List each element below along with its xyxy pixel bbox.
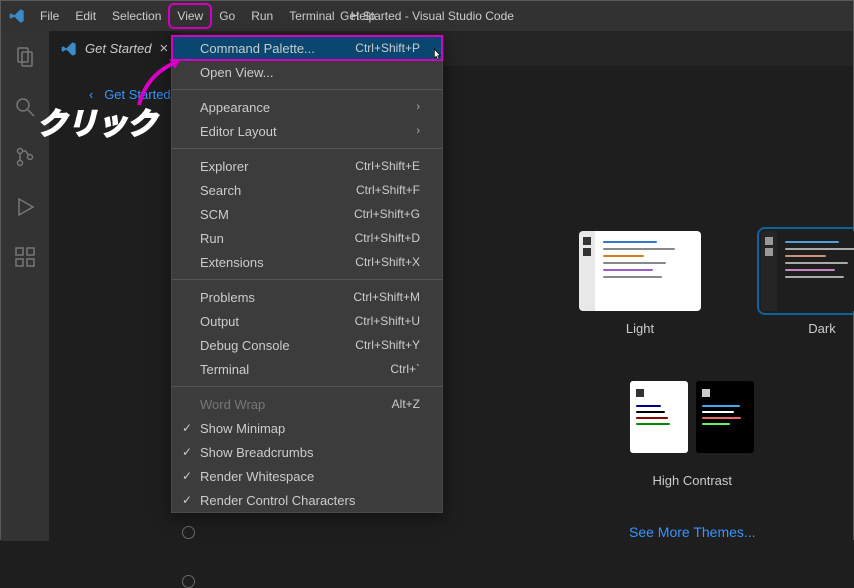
vscode-tab-icon bbox=[61, 41, 77, 57]
menu-item-explorer[interactable]: ExplorerCtrl+Shift+E bbox=[172, 154, 442, 178]
tab-get-started[interactable]: Get Started × bbox=[49, 31, 180, 66]
check-icon: ✓ bbox=[182, 445, 192, 459]
menu-item-editor-layout[interactable]: Editor Layout› bbox=[172, 119, 442, 143]
menu-item-run[interactable]: RunCtrl+Shift+D bbox=[172, 226, 442, 250]
menu-item-appearance[interactable]: Appearance› bbox=[172, 95, 442, 119]
theme-preview-light bbox=[579, 231, 701, 311]
vscode-logo-icon bbox=[1, 8, 33, 24]
menubar: FileEditSelectionViewGoRunTerminalHelp bbox=[33, 5, 382, 27]
menu-item-render-whitespace[interactable]: ✓Render Whitespace bbox=[172, 464, 442, 488]
chevron-right-icon: › bbox=[416, 125, 420, 137]
chevron-right-icon: › bbox=[416, 101, 420, 113]
menu-item-search[interactable]: SearchCtrl+Shift+F bbox=[172, 178, 442, 202]
menu-file[interactable]: File bbox=[33, 5, 66, 27]
annotation-text: クリック bbox=[37, 99, 157, 143]
extensions-icon[interactable] bbox=[13, 245, 37, 269]
menu-view[interactable]: View bbox=[170, 5, 210, 27]
menu-item-open-view[interactable]: Open View... bbox=[172, 60, 442, 84]
check-icon: ✓ bbox=[182, 493, 192, 507]
see-more-themes[interactable]: See More Themes... bbox=[629, 524, 756, 540]
menu-item-command-palette[interactable]: Command Palette...Ctrl+Shift+P bbox=[172, 36, 442, 60]
menu-item-word-wrap[interactable]: Word WrapAlt+Z bbox=[172, 392, 442, 416]
theme-preview-hc bbox=[630, 381, 754, 453]
menu-item-debug-console[interactable]: Debug ConsoleCtrl+Shift+Y bbox=[172, 333, 442, 357]
radio-step-4[interactable] bbox=[182, 526, 195, 539]
theme-preview-dark bbox=[761, 231, 854, 311]
menu-selection[interactable]: Selection bbox=[105, 5, 168, 27]
check-icon: ✓ bbox=[182, 421, 192, 435]
close-icon[interactable]: × bbox=[159, 40, 168, 57]
theme-dark[interactable]: Dark bbox=[761, 231, 854, 336]
menu-item-problems[interactable]: ProblemsCtrl+Shift+M bbox=[172, 285, 442, 309]
tab-label: Get Started bbox=[85, 41, 151, 56]
menu-edit[interactable]: Edit bbox=[68, 5, 103, 27]
search-icon[interactable] bbox=[13, 95, 37, 119]
menu-terminal[interactable]: Terminal bbox=[282, 5, 341, 27]
radio-step-5[interactable] bbox=[182, 575, 195, 588]
menu-item-terminal[interactable]: TerminalCtrl+` bbox=[172, 357, 442, 381]
theme-light[interactable]: Light bbox=[579, 231, 701, 336]
menu-item-output[interactable]: OutputCtrl+Shift+U bbox=[172, 309, 442, 333]
menu-item-render-control-characters[interactable]: ✓Render Control Characters bbox=[172, 488, 442, 512]
source-control-icon[interactable] bbox=[13, 145, 37, 169]
menu-item-show-minimap[interactable]: ✓Show Minimap bbox=[172, 416, 442, 440]
view-menu-dropdown: Command Palette...Ctrl+Shift+POpen View.… bbox=[171, 35, 443, 513]
menu-item-show-breadcrumbs[interactable]: ✓Show Breadcrumbs bbox=[172, 440, 442, 464]
menu-item-scm[interactable]: SCMCtrl+Shift+G bbox=[172, 202, 442, 226]
check-icon: ✓ bbox=[182, 469, 192, 483]
explorer-icon[interactable] bbox=[13, 45, 37, 69]
theme-high-contrast[interactable]: High Contrast bbox=[630, 381, 754, 488]
app-title: Get Started - Visual Studio Code bbox=[340, 9, 514, 23]
menu-run[interactable]: Run bbox=[244, 5, 280, 27]
menu-go[interactable]: Go bbox=[212, 5, 242, 27]
run-debug-icon[interactable] bbox=[13, 195, 37, 219]
tab-bar: Get Started × bbox=[49, 31, 853, 66]
menu-item-extensions[interactable]: ExtensionsCtrl+Shift+X bbox=[172, 250, 442, 274]
